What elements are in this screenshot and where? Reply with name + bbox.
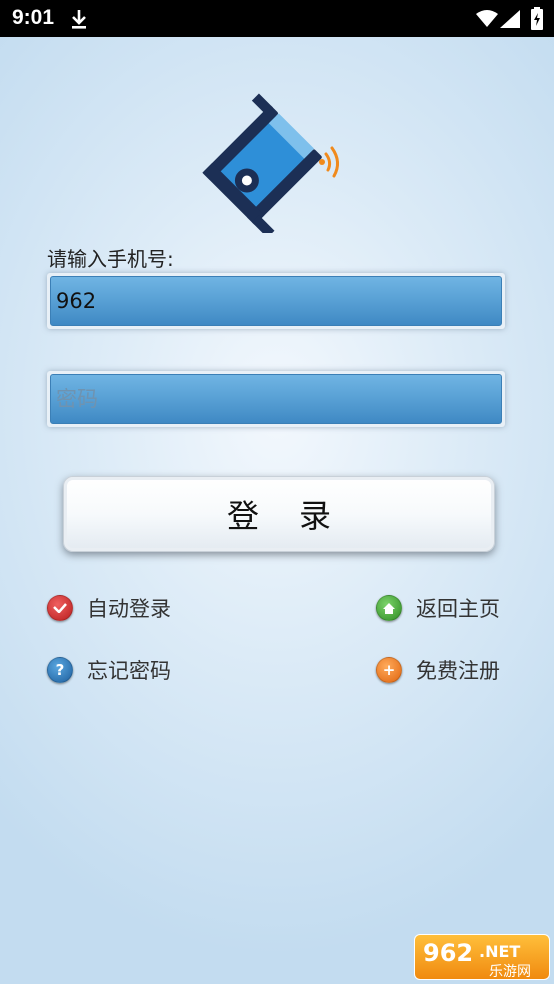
- password-input[interactable]: [56, 387, 501, 411]
- login-button-label: 登录: [226, 497, 371, 535]
- svg-text:乐游网: 乐游网: [489, 964, 531, 980]
- svg-text:962: 962: [423, 939, 473, 967]
- phone-field-frame: [47, 273, 505, 329]
- forgot-password-label: 忘记密码: [87, 659, 171, 683]
- forgot-password-link[interactable]: ? 忘记密码: [47, 655, 171, 685]
- go-home-label: 返回主页: [416, 597, 500, 621]
- phone-field-box: [50, 276, 502, 326]
- checkmark-icon[interactable]: [47, 595, 73, 621]
- question-icon[interactable]: ?: [47, 657, 73, 683]
- wifi-icon: [476, 10, 498, 27]
- auto-login-option[interactable]: 自动登录: [47, 593, 171, 623]
- auto-login-label: 自动登录: [87, 597, 171, 621]
- battery-icon: [531, 7, 543, 30]
- status-bar: 9:01: [0, 0, 554, 37]
- home-icon[interactable]: [376, 595, 402, 621]
- status-time: 9:01: [12, 6, 55, 29]
- password-field-box: [50, 374, 502, 424]
- router-wifi-logo: [202, 93, 339, 233]
- password-field-frame: [47, 371, 505, 427]
- site-watermark-logo: 962 .NET 乐游网: [414, 934, 550, 980]
- phone-input[interactable]: [56, 289, 501, 313]
- signal-icon: [500, 10, 520, 28]
- svg-text:.NET: .NET: [479, 942, 520, 961]
- register-label: 免费注册: [416, 659, 500, 683]
- go-home-link[interactable]: 返回主页: [376, 593, 500, 623]
- plus-icon[interactable]: +: [376, 657, 402, 683]
- download-icon: [72, 10, 86, 29]
- login-button[interactable]: 登录: [63, 476, 495, 552]
- phone-label: 请输入手机号:: [47, 247, 174, 271]
- register-link[interactable]: + 免费注册: [376, 655, 500, 685]
